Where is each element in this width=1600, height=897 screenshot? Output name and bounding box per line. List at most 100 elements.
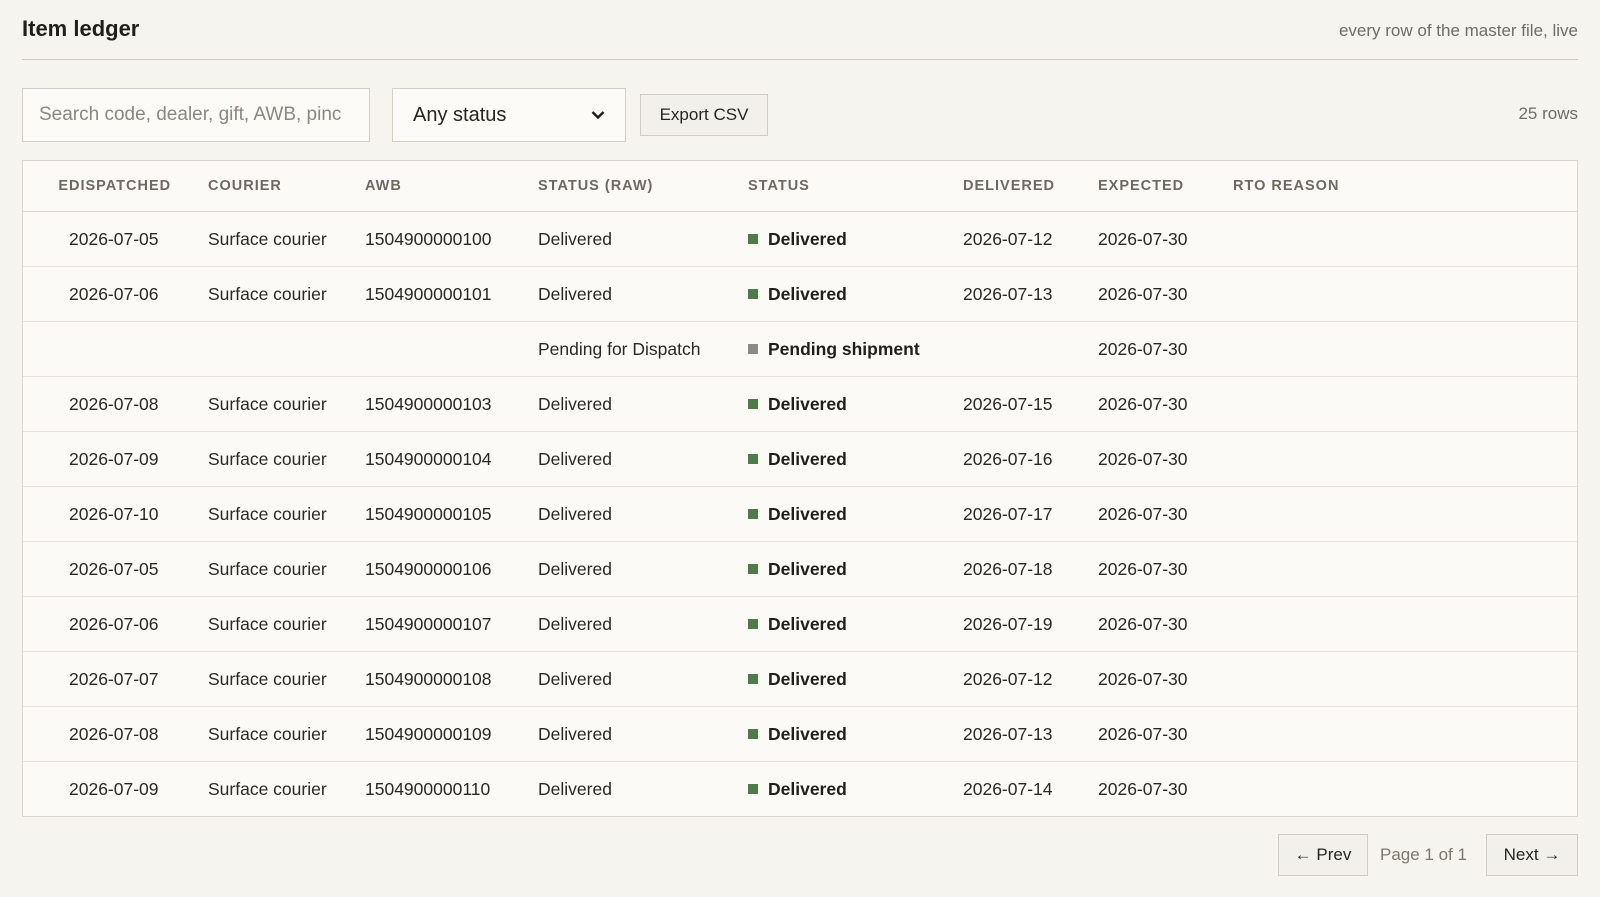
table-cell-rto-reason <box>1233 266 1577 322</box>
table-cell-status-raw: Delivered <box>538 266 748 322</box>
next-page-button[interactable]: Next → <box>1486 834 1578 876</box>
export-csv-button[interactable]: Export CSV <box>640 94 768 136</box>
column-header: AWB <box>365 161 538 212</box>
status-cell: Delivered <box>748 211 963 267</box>
table-cell-status-raw: Delivered <box>538 778 612 799</box>
table-cell-expected: 2026-07-30 <box>1098 266 1233 322</box>
table-cell-cut <box>23 762 69 817</box>
table-cell-status-raw: Delivered <box>538 706 748 762</box>
table-cell-cut <box>23 651 69 707</box>
table-row[interactable]: 2026-07-05 Surface courier 1504900000106 De… <box>23 541 1577 597</box>
status-cell: Delivered <box>748 596 963 652</box>
table-cell-cut <box>23 706 69 762</box>
table-row[interactable]: 2026-07-06 Surface courier 1504900000107 De… <box>23 596 1577 652</box>
table-row[interactable]: 2026-07-08 Surface courier 1504900000109 De… <box>23 706 1577 762</box>
table-cell-cut <box>23 321 69 377</box>
table-cell-dispatched: 2026-07-09 <box>69 431 208 487</box>
table-cell-courier: Surface courier <box>208 211 365 267</box>
table-cell-awb: 1504900000104 <box>365 431 538 487</box>
table-cell-awb: 1504900000100 <box>365 211 538 267</box>
status-square-icon <box>748 289 758 299</box>
search-input[interactable] <box>22 88 370 142</box>
table-cell-rto-reason <box>1233 211 1577 267</box>
table-row[interactable]: Pending for Dispatch Pending shipment 2026… <box>23 321 1577 377</box>
status-cell: Delivered <box>748 431 963 487</box>
table-cell-dispatched: 2026-07-07 <box>69 651 208 707</box>
status-cell: Delivered <box>748 651 963 707</box>
pagination: ← Prev Page 1 of 1 Next → <box>1278 834 1578 876</box>
page-header: Item ledger every row of the master file… <box>22 0 1578 60</box>
status-square-icon <box>748 344 758 354</box>
table-cell-status-raw: Delivered <box>538 211 748 267</box>
table-row[interactable]: 2026-07-08 Surface courier 1504900000103 De… <box>23 376 1577 432</box>
table-cell-status-raw: Delivered <box>538 651 748 707</box>
status-badge: Delivered <box>768 448 847 469</box>
table-cell-dispatched: 2026-07-09 <box>69 778 159 799</box>
column-header: RTO REASON <box>1233 161 1577 212</box>
status-badge: Delivered <box>768 283 847 304</box>
chevron-down-icon <box>591 107 605 123</box>
status-filter-select[interactable]: Any status <box>392 88 626 142</box>
prev-page-button[interactable]: ← Prev <box>1278 834 1368 876</box>
table-cell-dispatched <box>69 321 208 377</box>
status-badge: Delivered <box>768 613 847 634</box>
table-row[interactable]: 2026-07-05 Surface courier 1504900000100 De… <box>23 211 1577 267</box>
table-cell-cut <box>23 431 69 487</box>
status-badge: Delivered <box>768 503 847 524</box>
table-cell-dispatched: 2026-07-08 <box>69 376 208 432</box>
table-cell-awb: 1504900000109 <box>365 706 538 762</box>
table-cell-expected: 2026-07-30 <box>1098 651 1233 707</box>
table-row[interactable]: 2026-07-06 Surface courier 1504900000101 De… <box>23 266 1577 322</box>
status-cell: Delivered <box>748 762 963 817</box>
table-cell-courier: Surface courier <box>208 596 365 652</box>
status-badge: Delivered <box>768 668 847 689</box>
table-cell-expected: 2026-07-30 <box>1098 321 1233 377</box>
table-cell-cut <box>23 266 69 322</box>
table-cell-delivered: 2026-07-17 <box>963 486 1098 542</box>
table-cell-status-raw: Delivered <box>538 376 748 432</box>
table-row[interactable]: 2026-07-09 Surface courier 1504900000104 De… <box>23 431 1577 487</box>
table-cell-expected: 2026-07-30 <box>1098 486 1233 542</box>
table-row[interactable]: 2026-07-07 Surface courier 1504900000108 De… <box>23 651 1577 707</box>
table-cell-delivered: 2026-07-12 <box>963 651 1098 707</box>
toolbar: Any status Export CSV 25 rows <box>22 88 1578 144</box>
table-cell-rto-reason <box>1233 541 1577 597</box>
table-cell-awb: 1504900000105 <box>365 486 538 542</box>
table-cell-courier: Surface courier <box>208 486 365 542</box>
status-cell: Pending shipment <box>748 321 963 377</box>
table-cell-rto-reason <box>1233 321 1577 377</box>
table-cell-courier: Surface courier <box>208 376 365 432</box>
status-square-icon <box>748 784 758 794</box>
status-badge: Delivered <box>768 393 847 414</box>
table-cell-cut <box>23 486 69 542</box>
table-cell-awb: 1504900000110 <box>365 778 491 799</box>
column-header: DISPATCHED <box>69 161 208 212</box>
ledger-table: E DISPATCHED COURIER AWB STATUS (RAW) STATUS D… <box>22 160 1578 817</box>
table-row[interactable]: 2026-07-09 Surface courier 1504900000110 De… <box>23 762 1577 817</box>
page-subtitle: every row of the master file, live <box>1338 21 1578 40</box>
table-cell-expected: 2026-07-30 <box>1098 211 1233 267</box>
table-cell-expected: 2026-07-30 <box>1098 541 1233 597</box>
table-cell-delivered: 2026-07-15 <box>963 376 1098 432</box>
table-cell-expected: 2026-07-30 <box>1098 376 1233 432</box>
table-cell-cut <box>23 376 69 432</box>
page-info: Page 1 of 1 <box>1380 845 1467 864</box>
row-count: 25 rows <box>1518 104 1578 123</box>
table-cell-dispatched: 2026-07-05 <box>69 541 208 597</box>
table-cell-status-raw: Delivered <box>538 541 748 597</box>
table-cell-awb: 1504900000101 <box>365 266 538 322</box>
column-header: E <box>23 161 69 212</box>
table-cell-rto-reason <box>1233 596 1577 652</box>
status-square-icon <box>748 454 758 464</box>
table-cell-delivered: 2026-07-16 <box>963 431 1098 487</box>
table-cell-delivered: 2026-07-18 <box>963 541 1098 597</box>
table-cell-expected: 2026-07-30 <box>1098 596 1233 652</box>
table-cell-awb: 1504900000106 <box>365 541 538 597</box>
status-square-icon <box>748 729 758 739</box>
table-cell-delivered: 2026-07-19 <box>963 596 1098 652</box>
table-row[interactable]: 2026-07-10 Surface courier 1504900000105 De… <box>23 486 1577 542</box>
status-square-icon <box>748 674 758 684</box>
table-cell-status-raw: Delivered <box>538 431 748 487</box>
status-cell: Delivered <box>748 376 963 432</box>
table-cell-expected: 2026-07-30 <box>1098 431 1233 487</box>
